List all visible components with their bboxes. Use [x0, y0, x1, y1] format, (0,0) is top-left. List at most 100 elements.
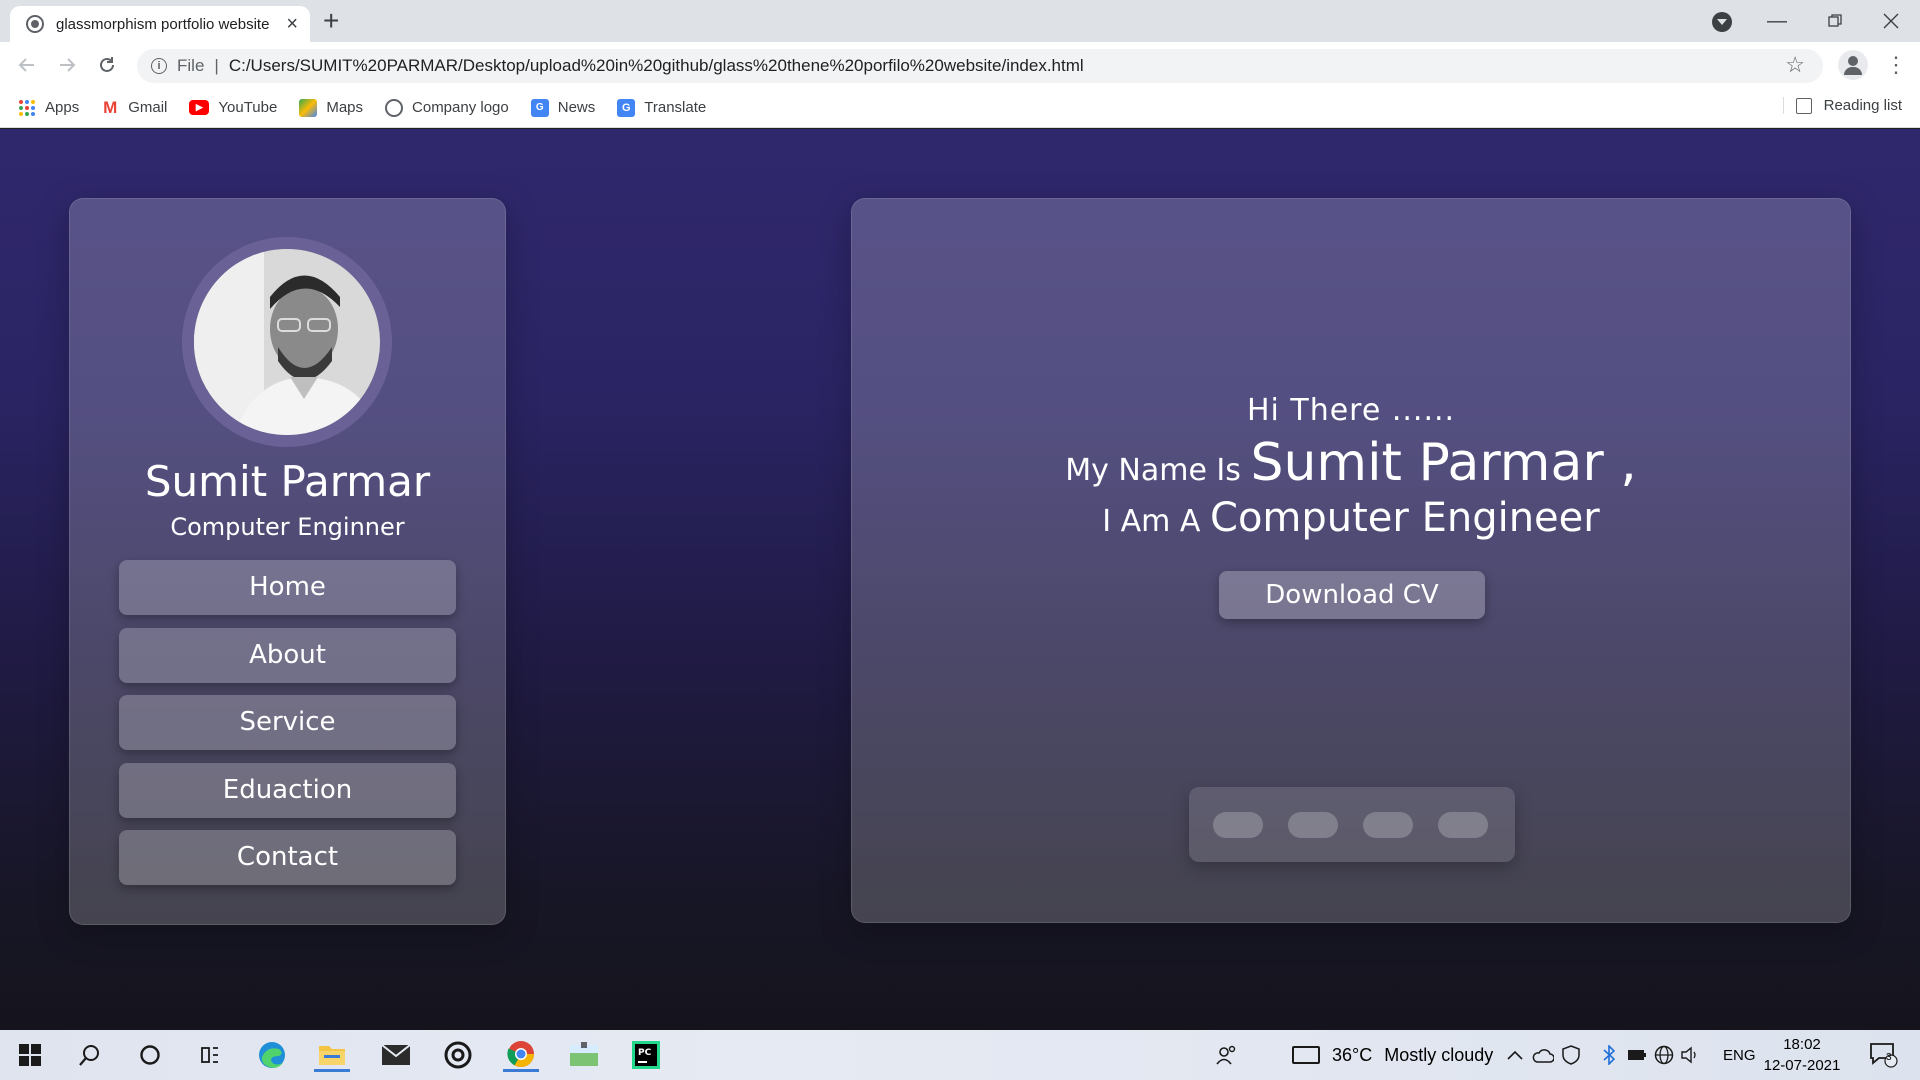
- search-icon[interactable]: [72, 1038, 108, 1072]
- browser-tab[interactable]: glassmorphism portfolio website ×: [10, 6, 310, 42]
- restore-icon[interactable]: [1806, 0, 1864, 42]
- cloud-icon[interactable]: [1530, 1038, 1556, 1072]
- bookmark-label: Gmail: [128, 99, 168, 116]
- download-cv-button[interactable]: Download CV: [1219, 571, 1485, 619]
- bookmark-youtube[interactable]: ▶ YouTube: [189, 99, 277, 116]
- bookmark-translate[interactable]: G Translate: [617, 98, 706, 117]
- url-text[interactable]: C:/Users/SUMIT%20PARMAR/Desktop/upload%2…: [229, 56, 1084, 76]
- bluetooth-icon[interactable]: [1598, 1038, 1620, 1072]
- hero-role-prefix: I Am A: [1102, 504, 1201, 539]
- back-icon[interactable]: [12, 50, 42, 80]
- nav-service-button[interactable]: Service: [119, 695, 456, 750]
- hero-greeting: Hi There ......: [1246, 393, 1456, 428]
- forward-icon[interactable]: [52, 50, 82, 80]
- avatar-ring: [182, 237, 392, 447]
- weather-temp: 36°C: [1332, 1044, 1373, 1065]
- volume-icon[interactable]: [1679, 1038, 1703, 1072]
- tab-search-icon[interactable]: [1712, 12, 1732, 32]
- notification-count: 3: [1886, 1052, 1892, 1063]
- chrome-icon[interactable]: [503, 1038, 539, 1072]
- globe-icon: [26, 15, 44, 33]
- reload-icon[interactable]: [92, 50, 122, 80]
- edge-icon[interactable]: [254, 1038, 290, 1072]
- reading-list-button[interactable]: Reading list: [1782, 97, 1902, 114]
- separator: |: [214, 56, 219, 75]
- close-window-icon[interactable]: [1862, 0, 1920, 42]
- hero-role: Computer Engineer: [1210, 495, 1600, 541]
- weather-text: Mostly cloudy: [1384, 1044, 1494, 1065]
- pycharm-icon[interactable]: PC: [628, 1038, 664, 1072]
- nav-education-button[interactable]: Eduaction: [119, 762, 456, 818]
- translate-icon: G: [617, 98, 636, 117]
- weather-icon: [1292, 1046, 1320, 1064]
- portfolio-page: Sumit Parmar Computer Enginner Home Abou…: [0, 129, 1920, 1030]
- bookmark-apps[interactable]: Apps: [18, 99, 79, 117]
- weather-widget[interactable]: 36°C Mostly cloudy: [1292, 1030, 1493, 1080]
- tab-title: glassmorphism portfolio website: [56, 15, 270, 33]
- mail-icon[interactable]: [378, 1038, 414, 1072]
- chevron-up-icon[interactable]: [1504, 1038, 1526, 1072]
- browser-tabstrip: glassmorphism portfolio website × + —: [0, 0, 1920, 42]
- bookmark-label: Company logo: [412, 99, 509, 116]
- windows-taskbar: PC 36°C Mostly cloudy ENG 18:02 12-07-20…: [0, 1030, 1920, 1080]
- file-explorer-icon[interactable]: [314, 1038, 350, 1072]
- gmail-icon: M: [103, 97, 118, 117]
- profile-sidebar-card: Sumit Parmar Computer Enginner Home Abou…: [69, 198, 506, 925]
- hero-name: Sumit Parmar ,: [1250, 433, 1637, 493]
- address-bar[interactable]: i File | C:/Users/SUMIT%20PARMAR/Desktop…: [137, 49, 1823, 83]
- minimize-icon[interactable]: —: [1748, 0, 1806, 42]
- hero-name-prefix: My Name Is: [1065, 453, 1241, 488]
- youtube-icon: ▶: [189, 100, 210, 115]
- close-tab-icon[interactable]: ×: [286, 14, 298, 34]
- social-link[interactable]: [1363, 812, 1413, 838]
- bookmark-company-logo[interactable]: Company logo: [385, 98, 509, 117]
- social-links-bar: [1189, 787, 1515, 862]
- nav-home-button[interactable]: Home: [119, 560, 456, 615]
- social-link[interactable]: [1288, 812, 1338, 838]
- bookmark-star-icon[interactable]: ☆: [1785, 52, 1805, 78]
- social-link[interactable]: [1438, 812, 1488, 838]
- profile-role: Computer Enginner: [170, 513, 405, 541]
- hero-name-line: My Name Is Sumit Parmar ,: [852, 433, 1850, 493]
- hero-role-line: I Am A Computer Engineer: [852, 495, 1850, 541]
- bookmark-label: YouTube: [218, 99, 278, 116]
- profile-name: Sumit Parmar: [144, 457, 431, 506]
- system-clock[interactable]: 18:02 12-07-2021: [1763, 1034, 1841, 1076]
- social-link[interactable]: [1213, 812, 1263, 838]
- bookmark-gmail[interactable]: M Gmail: [101, 97, 168, 117]
- task-view-icon[interactable]: [192, 1038, 228, 1072]
- new-tab-button[interactable]: +: [323, 6, 339, 36]
- bookmark-news[interactable]: G News: [530, 98, 596, 117]
- security-shield-icon[interactable]: [1558, 1038, 1584, 1072]
- notification-center-icon[interactable]: 3: [1866, 1038, 1902, 1072]
- battery-icon[interactable]: [1625, 1038, 1649, 1072]
- windows-start-icon[interactable]: [12, 1038, 48, 1072]
- bookmarks-bar: Apps M Gmail ▶ YouTube Maps Company logo…: [0, 88, 1920, 128]
- hero-card: Hi There ...... My Name Is Sumit Parmar …: [851, 198, 1851, 923]
- maps-icon: [299, 98, 318, 117]
- clock-date: 12-07-2021: [1763, 1057, 1841, 1074]
- people-icon[interactable]: [1208, 1038, 1244, 1072]
- language-indicator[interactable]: ENG: [1723, 1030, 1756, 1080]
- network-globe-icon[interactable]: [1652, 1038, 1676, 1072]
- news-icon: G: [530, 98, 549, 117]
- svg-text:PC: PC: [638, 1048, 652, 1058]
- bookmark-label: News: [557, 99, 596, 116]
- profile-icon[interactable]: [1838, 50, 1868, 80]
- bookmark-maps[interactable]: Maps: [299, 98, 363, 117]
- nav-about-button[interactable]: About: [119, 627, 456, 683]
- photos-app-icon[interactable]: [566, 1038, 602, 1072]
- file-label: File: [177, 56, 205, 75]
- browser-toolbar: i File | C:/Users/SUMIT%20PARMAR/Desktop…: [0, 42, 1920, 88]
- reading-list-label: Reading list: [1823, 97, 1902, 114]
- nav-contact-button[interactable]: Contact: [119, 830, 456, 885]
- nav-menu: Home About Service Eduaction Contact: [119, 560, 456, 898]
- clock-time: 18:02: [1783, 1036, 1821, 1053]
- info-icon[interactable]: i: [151, 58, 167, 74]
- reading-list-icon: [1795, 97, 1812, 114]
- media-app-icon[interactable]: [440, 1038, 476, 1072]
- globe-icon: [385, 98, 404, 117]
- menu-kebab-icon[interactable]: ⋮: [1885, 50, 1907, 80]
- bookmark-label: Apps: [45, 99, 80, 116]
- cortana-icon[interactable]: [132, 1038, 168, 1072]
